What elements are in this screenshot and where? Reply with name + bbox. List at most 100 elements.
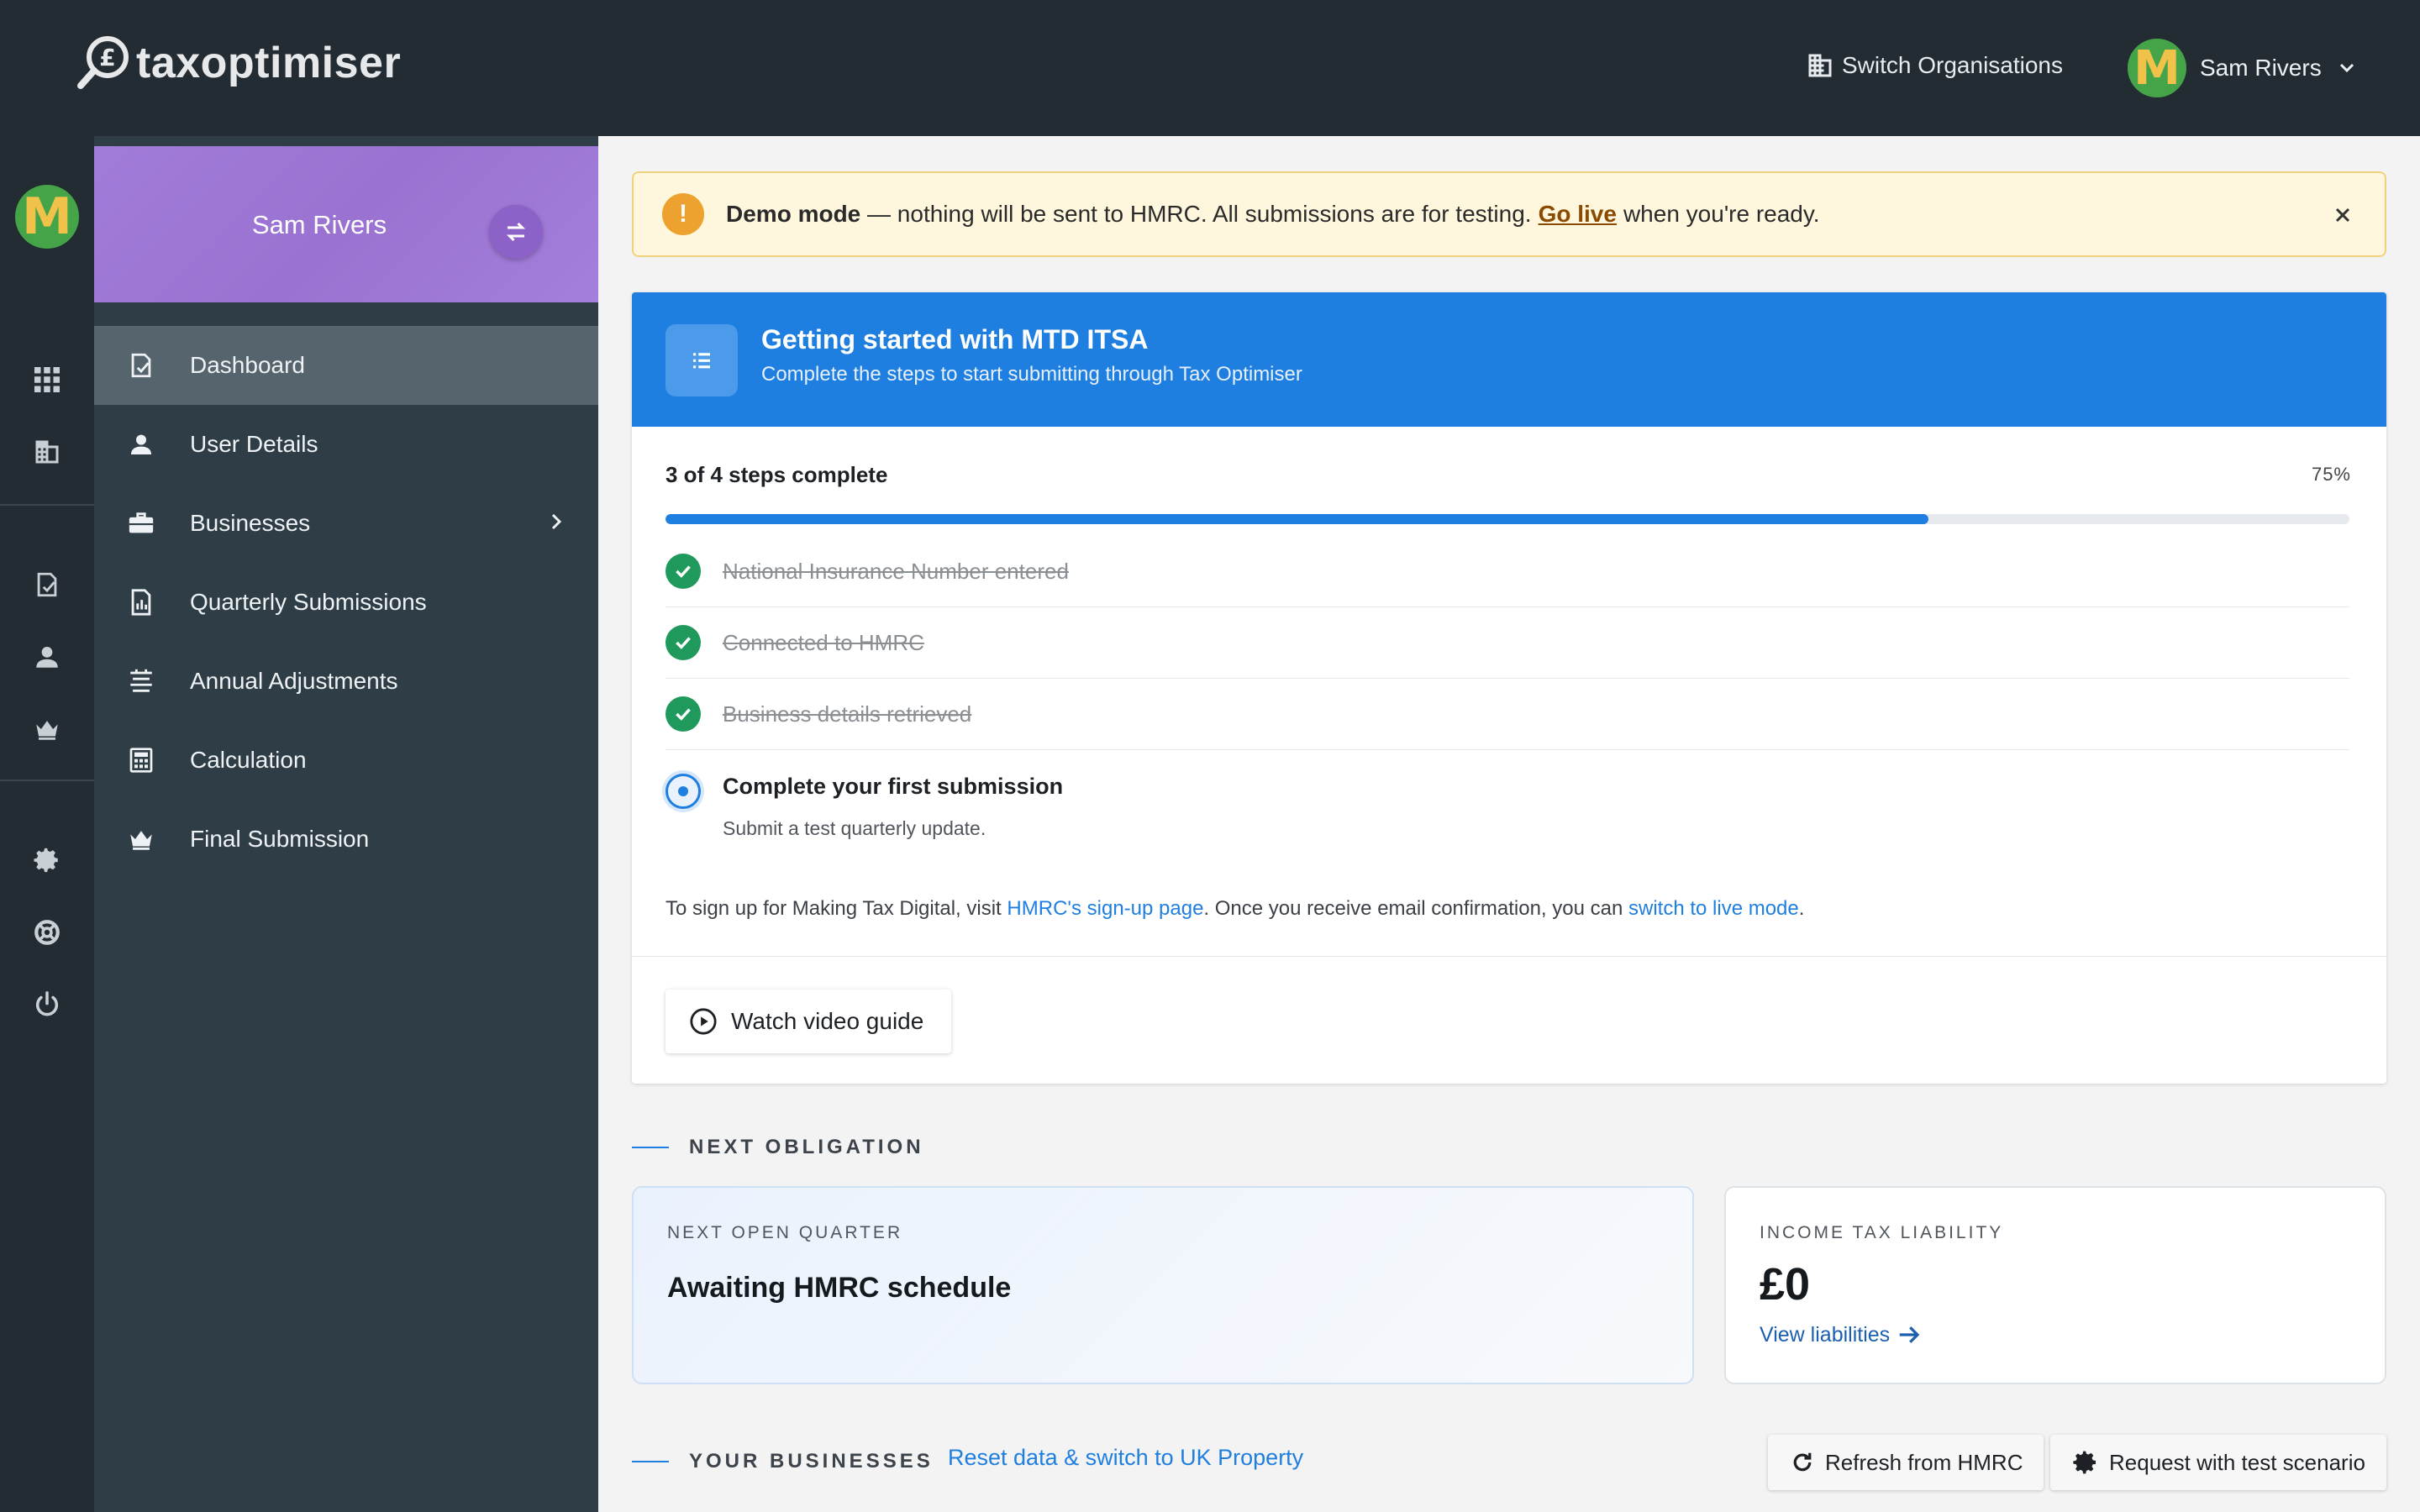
signup-suffix: . (1798, 897, 1805, 920)
getting-started-subtitle: Complete the steps to start submitting t… (761, 363, 1302, 386)
watch-video-label: Watch video guide (731, 1008, 924, 1034)
chevron-down-icon (2339, 63, 2354, 73)
step-item: Business details retrieved (666, 679, 2349, 750)
hmrc-signup-link[interactable]: HMRC's sign-up page (1007, 897, 1203, 920)
power-icon[interactable] (30, 988, 64, 1021)
step-label: National Insurance Number entered (723, 558, 1069, 584)
warning-icon: ! (662, 193, 704, 235)
sidebar-item-label: Final Submission (190, 826, 370, 852)
user-name: Sam Rivers (2200, 55, 2322, 81)
request-test-scenario-button[interactable]: Request with test scenario (2050, 1435, 2386, 1490)
step-item-current[interactable]: Complete your first submission Submit a … (666, 750, 2349, 843)
sidebar: Sam Rivers Dashboard User Details Busine… (94, 136, 598, 1512)
briefcase-icon (124, 507, 158, 540)
section-next-obligation: NEXT OBLIGATION (632, 1136, 924, 1159)
refresh-icon (1793, 1452, 1812, 1472)
view-liabilities-label: View liabilities (1760, 1322, 1891, 1347)
report-icon (124, 585, 158, 619)
getting-started-card: Getting started with MTD ITSA Complete t… (632, 292, 2386, 1084)
step-label: Business details retrieved (723, 701, 972, 727)
section-dash (632, 1461, 669, 1462)
reset-data-link[interactable]: Reset data & switch to UK Property (948, 1445, 1303, 1471)
demo-mode-banner: ! Demo mode — nothing will be sent to HM… (632, 171, 2386, 257)
sidebar-item-label: Annual Adjustments (190, 668, 398, 694)
signup-middle: . Once you receive email confirmation, y… (1203, 897, 1628, 920)
apps-grid-icon[interactable] (30, 363, 64, 396)
sidebar-item-businesses[interactable]: Businesses (94, 484, 598, 563)
chevron-right-icon (551, 513, 562, 530)
support-lifebuoy-icon[interactable] (30, 916, 64, 949)
switch-organisations-button[interactable]: Switch Organisations (1805, 50, 2063, 81)
play-circle-icon (690, 1008, 717, 1035)
swap-arrows-icon (506, 222, 526, 242)
banner-text: — nothing will be sent to HMRC. All subm… (860, 201, 1532, 227)
step-label: Complete your first submission (723, 774, 1064, 799)
section-title: NEXT OBLIGATION (689, 1136, 924, 1158)
banner-tail: when you're ready. (1623, 201, 1820, 227)
check-circle-icon (666, 696, 701, 732)
progress-percent: 75% (2311, 464, 2351, 485)
getting-started-header: Getting started with MTD ITSA Complete t… (632, 292, 2386, 427)
sidebar-user-name: Sam Rivers (251, 210, 387, 239)
switch-to-live-link[interactable]: switch to live mode (1628, 897, 1799, 920)
sidebar-item-user-details[interactable]: User Details (94, 405, 598, 484)
sidebar-item-quarterly-submissions[interactable]: Quarterly Submissions (94, 563, 598, 642)
magnifier-pound-icon: £ (77, 36, 129, 89)
progress-bar-fill (666, 514, 1928, 524)
calculator-icon (124, 743, 158, 777)
view-liabilities-link[interactable]: View liabilities (1760, 1322, 1922, 1347)
income-tax-card: INCOME TAX LIABILITY £0 View liabilities (1724, 1186, 2386, 1384)
rail-user-icon[interactable] (30, 640, 64, 674)
next-quarter-kicker: NEXT OPEN QUARTER (667, 1223, 903, 1242)
signup-prefix: To sign up for Making Tax Digital, visit (666, 897, 1007, 920)
card-divider (632, 956, 2386, 957)
refresh-from-hmrc-button[interactable]: Refresh from HMRC (1768, 1435, 2044, 1490)
step-label: Connected to HMRC (723, 629, 924, 655)
adjustments-icon (124, 664, 158, 698)
avatar: M (2128, 39, 2186, 97)
sidebar-nav: Dashboard User Details Businesses Quarte… (94, 326, 598, 879)
close-banner-button[interactable] (2326, 198, 2360, 232)
brand-name: taxoptimiser (136, 39, 402, 87)
sidebar-item-label: Quarterly Submissions (190, 589, 427, 615)
sidebar-item-calculation[interactable]: Calculation (94, 721, 598, 800)
svg-text:£: £ (99, 44, 115, 71)
user-menu[interactable]: M Sam Rivers (2128, 39, 2357, 97)
signup-note: To sign up for Making Tax Digital, visit… (666, 897, 1804, 921)
rail-crown-icon[interactable] (30, 712, 64, 746)
main-content: ! Demo mode — nothing will be sent to HM… (598, 136, 2420, 1512)
banner-title: Demo mode (726, 201, 861, 227)
swap-user-button[interactable] (489, 205, 543, 259)
rail-dashboard-icon[interactable] (30, 568, 64, 601)
rail-building-icon[interactable] (30, 435, 64, 469)
logo[interactable]: £ taxoptimiser (76, 34, 401, 92)
section-dash (632, 1147, 669, 1148)
income-tax-kicker: INCOME TAX LIABILITY (1760, 1223, 2004, 1242)
rail-avatar[interactable]: M (15, 185, 79, 249)
progress-label: 3 of 4 steps complete (666, 462, 888, 487)
sidebar-item-label: Businesses (190, 510, 311, 536)
sidebar-item-annual-adjustments[interactable]: Annual Adjustments (94, 642, 598, 721)
rail-divider (0, 780, 94, 781)
go-live-link[interactable]: Go live (1539, 201, 1617, 228)
sidebar-profile-header: Sam Rivers (94, 146, 598, 302)
pending-radio-icon (666, 774, 701, 809)
settings-gear-icon[interactable] (30, 843, 64, 877)
getting-started-title: Getting started with MTD ITSA (761, 324, 1149, 354)
icon-rail: M (0, 136, 94, 1512)
next-quarter-title: Awaiting HMRC schedule (667, 1272, 1012, 1304)
rail-divider (0, 504, 94, 506)
request-test-label: Request with test scenario (2109, 1449, 2365, 1475)
progress-bar (666, 514, 2349, 524)
sidebar-item-dashboard[interactable]: Dashboard (94, 326, 598, 405)
arrow-right-icon (1899, 1326, 1920, 1343)
dashboard-icon (124, 349, 158, 382)
step-item: Connected to HMRC (666, 607, 2349, 679)
step-sublabel: Submit a test quarterly update. (723, 817, 986, 839)
sidebar-item-label: Dashboard (190, 352, 305, 378)
next-quarter-card: NEXT OPEN QUARTER Awaiting HMRC schedule (632, 1186, 1694, 1384)
watch-video-button[interactable]: Watch video guide (666, 990, 951, 1053)
sidebar-item-final-submission[interactable]: Final Submission (94, 800, 598, 879)
check-circle-icon (666, 625, 701, 660)
steps-list: National Insurance Number entered Connec… (666, 536, 2349, 843)
